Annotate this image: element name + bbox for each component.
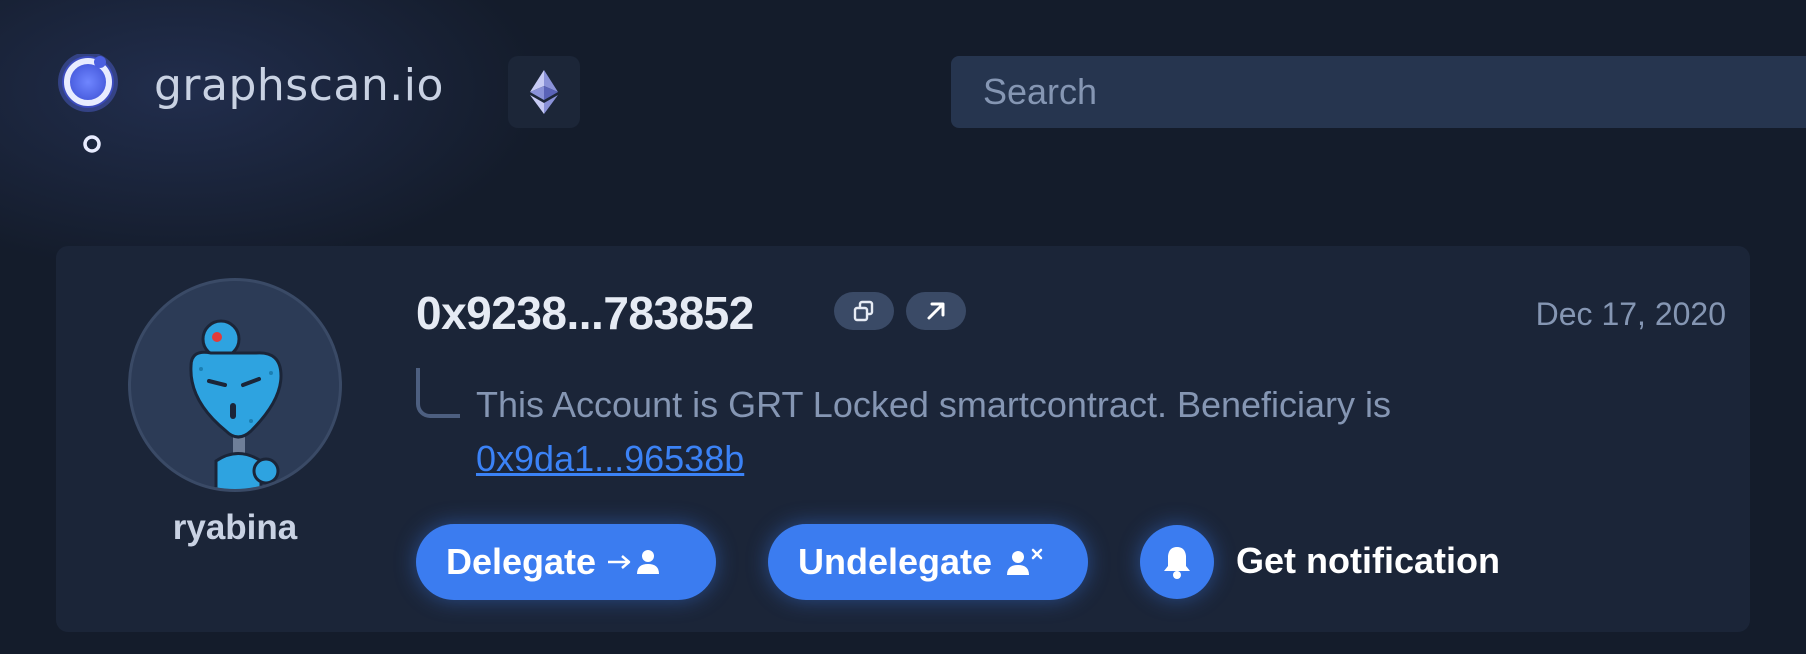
ethereum-icon [530, 70, 558, 114]
delegate-label: Delegate [446, 541, 597, 582]
external-link-icon [927, 302, 945, 320]
remove-user-icon [1002, 546, 1046, 578]
bell-icon [1164, 547, 1190, 579]
creation-date: Dec 17, 2020 [1535, 296, 1726, 332]
delegate-button[interactable]: Delegate [416, 524, 716, 600]
logo-text: graphscan.io [154, 60, 444, 111]
open-explorer-button[interactable] [906, 292, 966, 330]
get-notification-label[interactable]: Get notification [1236, 540, 1500, 582]
avatar [128, 278, 342, 492]
site-logo[interactable]: graphscan.io [54, 54, 474, 164]
account-address: 0x9238...783852 [416, 287, 754, 339]
undelegate-button[interactable]: Undelegate [768, 524, 1088, 600]
account-description: This Account is GRT Locked smartcontract… [476, 378, 1596, 486]
indent-connector [416, 368, 460, 418]
copy-icon [853, 300, 874, 322]
beneficiary-link[interactable]: 0x9da1...96538b [476, 438, 744, 479]
undelegate-label: Undelegate [798, 541, 993, 582]
logo-icon [58, 54, 118, 153]
notification-button[interactable] [1140, 525, 1214, 599]
network-selector[interactable] [508, 56, 580, 128]
description-text: This Account is GRT Locked smartcontract… [476, 384, 1392, 425]
username: ryabina [172, 508, 298, 547]
robot-avatar-icon [189, 319, 283, 489]
search-input[interactable] [951, 56, 1806, 128]
delegate-icon [606, 547, 662, 577]
account-card: ryabina 0x9238...783852 Dec 17, 2020 Thi… [56, 246, 1750, 632]
copy-address-button[interactable] [834, 292, 894, 330]
